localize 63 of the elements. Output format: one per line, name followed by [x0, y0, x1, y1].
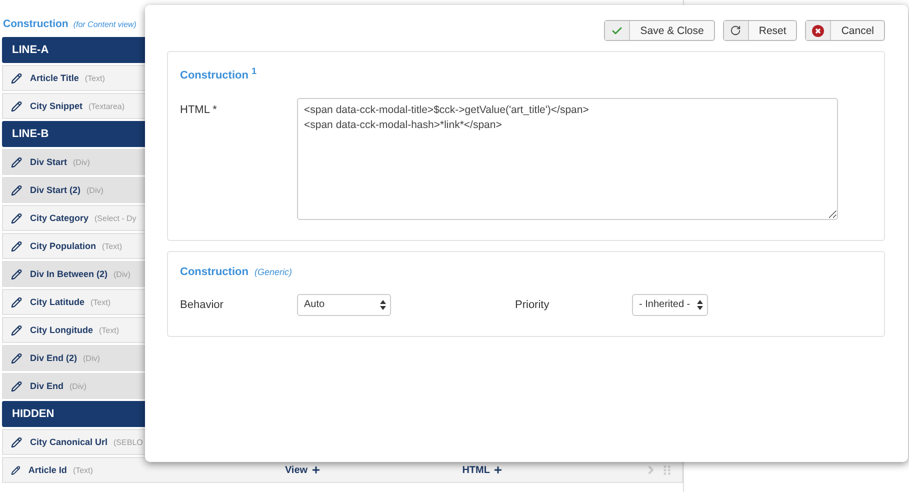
- field-type: (Text): [72, 466, 93, 474]
- field-type: (Textarea): [88, 102, 125, 110]
- pencil-icon: [11, 72, 22, 84]
- page-title: Construction: [3, 18, 68, 30]
- add-link[interactable]: View: [284, 464, 456, 476]
- field-name: Article Title: [30, 73, 79, 83]
- pencil-icon: [11, 464, 20, 476]
- field-name: City Latitude: [30, 297, 85, 307]
- field-type: (Text): [84, 74, 105, 82]
- field-type: (SEBLO: [114, 438, 143, 446]
- field-name: Div Start (2): [30, 185, 81, 195]
- field-type: (Text): [99, 326, 119, 334]
- page-subtitle: (for Content view): [73, 20, 136, 29]
- pencil-icon: [11, 100, 22, 112]
- add-link[interactable]: HTML: [462, 464, 634, 476]
- field-type: (Text): [102, 242, 122, 250]
- field-label: HTML *: [180, 102, 218, 116]
- field-type: (Div): [83, 354, 100, 362]
- pencil-icon: [11, 212, 22, 224]
- field-type: (Select - Dy: [94, 214, 136, 222]
- reset-button[interactable]: Reset: [722, 20, 798, 41]
- section-title: Construction: [180, 266, 248, 278]
- field-name: Article Id: [28, 465, 67, 475]
- pencil-icon: [11, 436, 22, 448]
- html-textarea[interactable]: <span data-cck-modal-title>$cck->getValue('art_title')</span> <span data-cck-modal-hash>*link*</span>: [297, 98, 838, 220]
- field-name: City Population: [30, 241, 96, 251]
- close-icon: [812, 24, 824, 36]
- redo-icon: [730, 25, 742, 36]
- grip-icon[interactable]: [663, 464, 672, 476]
- field-type: (Div): [86, 186, 104, 194]
- field-name: City Canonical Url: [30, 437, 108, 447]
- field-name: Div In Between (2): [30, 269, 108, 279]
- field-type: (Div): [114, 270, 130, 278]
- field-type: (Text): [90, 298, 111, 306]
- cancel-button[interactable]: Cancel: [805, 20, 885, 41]
- field-name: Div End (2): [30, 353, 78, 363]
- pencil-icon: [11, 324, 22, 336]
- plus-icon: [492, 465, 503, 475]
- section-title: Construction $^{1}$: [180, 66, 257, 82]
- save-button[interactable]: Save & Close: [604, 20, 715, 41]
- updown-icon: [697, 300, 703, 310]
- field-label: Behavior: [180, 298, 224, 311]
- updown-icon: [380, 300, 386, 310]
- field-label: Priority: [515, 298, 550, 311]
- check-icon: [611, 24, 624, 36]
- field-name: City Category: [30, 213, 89, 223]
- pencil-icon: [11, 156, 22, 168]
- select-field[interactable]: - Inherited -: [632, 294, 708, 316]
- field-name: Div End: [30, 381, 64, 391]
- field-name: Div Start: [30, 157, 68, 167]
- pencil-icon: [11, 240, 22, 252]
- pencil-icon: [11, 268, 22, 280]
- field-name: City Snippet: [30, 101, 83, 111]
- pencil-icon: [11, 296, 22, 308]
- pencil-icon: [11, 184, 22, 196]
- section-subtitle: (Generic): [254, 266, 292, 277]
- plus-icon: [310, 465, 321, 475]
- pencil-icon: [11, 380, 22, 392]
- field-type: (Div): [73, 158, 90, 166]
- field-name: City Longitude: [30, 325, 93, 335]
- pencil-icon: [11, 352, 22, 364]
- field-type: (Div): [70, 382, 86, 390]
- select-field[interactable]: Auto: [297, 294, 391, 316]
